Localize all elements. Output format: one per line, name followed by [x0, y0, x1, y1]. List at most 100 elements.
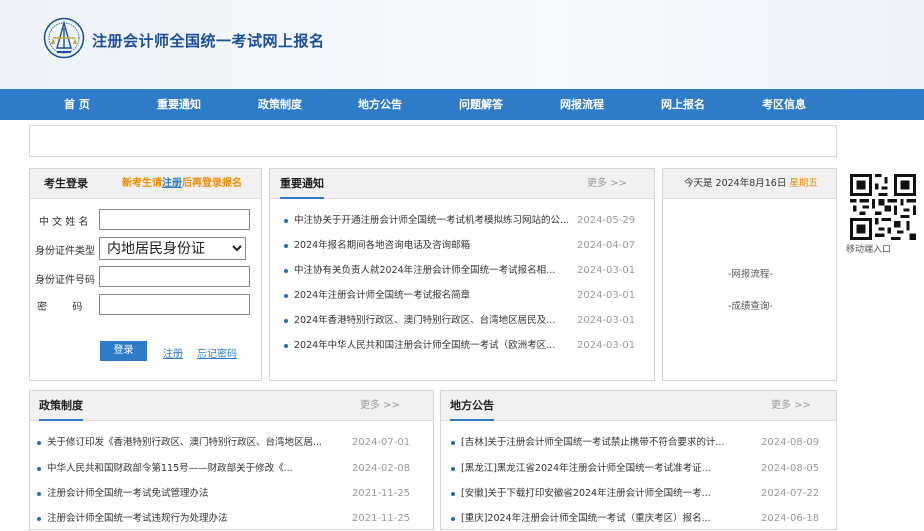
local-title: 地方公告	[450, 391, 494, 421]
banner-area	[29, 125, 837, 157]
register-hint-prefix: 新考生请	[122, 178, 162, 189]
list-item[interactable]: 关于修订印发《香港特别行政区、澳门特别行政区、台湾地区居... 2024-07-…	[37, 431, 427, 455]
site-title: 注册会计师全国统一考试网上报名	[92, 32, 325, 50]
id-number-label: 身份证件号码	[35, 275, 95, 286]
list-item[interactable]: 注册会计师全国统一考试违规行为处理办法 2021-11-25	[37, 507, 427, 531]
local-panel-header: 地方公告 更多 >>	[441, 391, 836, 421]
bullet-icon	[284, 344, 288, 348]
local-date: 2024-07-22	[761, 488, 820, 499]
local-title-text[interactable]: [黑龙江]黑龙江省2024年注册会计师全国统一考试准考证...	[461, 457, 746, 481]
forgot-password-link[interactable]: 忘记密码	[197, 345, 237, 360]
list-item[interactable]: [黑龙江]黑龙江省2024年注册会计师全国统一考试准考证... 2024-08-…	[451, 457, 831, 481]
notices-panel-header: 重要通知 更多 >>	[270, 169, 654, 199]
nav-item-notices[interactable]: 重要通知	[157, 89, 201, 120]
local-date: 2024-06-18	[761, 513, 820, 524]
login-button[interactable]: 登录	[100, 341, 147, 361]
local-more-link[interactable]: 更多 >>	[771, 391, 811, 421]
today-date-text: 今天是 2024年8月16日	[684, 178, 790, 189]
policy-date: 2021-11-25	[352, 513, 411, 524]
bullet-icon	[451, 467, 455, 471]
list-item[interactable]: 2024年报名期间各地咨询电话及咨询邮箱 2024-04-07	[284, 234, 644, 258]
nav-item-policy[interactable]: 政策制度	[258, 89, 302, 120]
password-input[interactable]	[99, 294, 250, 315]
notice-title[interactable]: 2024年香港特别行政区、澳门特别行政区、台湾地区居民及...	[294, 309, 578, 333]
policy-title-text[interactable]: 中华人民共和国财政部令第115号——财政部关于修改《...	[47, 457, 347, 481]
policy-date: 2024-07-01	[352, 437, 411, 448]
password-label: 密 码	[37, 302, 83, 313]
nav-item-exam-areas[interactable]: 考区信息	[762, 89, 806, 120]
local-title-text[interactable]: [吉林]关于注册会计师全国统一考试禁止携带不符合要求的计...	[461, 431, 746, 455]
local-date: 2024-08-09	[761, 437, 820, 448]
notice-title[interactable]: 中注协有关负责人就2024年注册会计师全国统一考试报名相...	[294, 259, 578, 283]
policy-date: 2021-11-25	[352, 488, 411, 499]
nav-item-process[interactable]: 网报流程	[560, 89, 604, 120]
login-title: 考生登录	[44, 177, 88, 190]
id-type-select[interactable]: 内地居民身份证	[99, 237, 246, 260]
list-item[interactable]: [安徽]关于下载打印安徽省2024年注册会计师全国统一考... 2024-07-…	[451, 482, 831, 506]
score-query-link[interactable]: -成绩查询-	[728, 298, 773, 312]
policy-panel-header: 政策制度 更多 >>	[30, 391, 433, 421]
process-link[interactable]: -网报流程-	[728, 266, 773, 280]
nav-item-faq[interactable]: 问题解答	[459, 89, 503, 120]
bullet-icon	[284, 294, 288, 298]
notice-date: 2024-03-01	[577, 290, 636, 301]
nav-item-register[interactable]: 网上报名	[661, 89, 705, 120]
login-panel-header: 考生登录 新考生请注册后再登录报名	[30, 169, 261, 199]
bullet-icon	[37, 492, 41, 496]
bullet-icon	[37, 441, 41, 445]
bullet-icon	[37, 467, 41, 471]
today-weekday: 星期五	[789, 178, 818, 189]
notices-title: 重要通知	[280, 169, 324, 199]
bullet-icon	[451, 492, 455, 496]
policy-title-text[interactable]: 注册会计师全国统一考试违规行为处理办法	[47, 507, 347, 531]
notice-title[interactable]: 2024年中华人民共和国注册会计师全国统一考试（欧洲考区...	[294, 334, 578, 358]
list-item[interactable]: 中注协关于开通注册会计师全国统一考试机考模拟练习网站的公... 2024-05-…	[284, 209, 644, 233]
main-nav: 首 页 重要通知 政策制度 地方公告 问题解答 网报流程 网上报名 考区信息	[0, 89, 924, 120]
site-header: 注册会计师全国统一考试网上报名	[0, 0, 924, 89]
notice-date: 2024-03-01	[577, 265, 636, 276]
register-hint-suffix: 后再登录报名	[182, 178, 242, 189]
list-item[interactable]: 中注协有关负责人就2024年注册会计师全国统一考试报名相... 2024-03-…	[284, 259, 644, 283]
notice-title[interactable]: 2024年注册会计师全国统一考试报名简章	[294, 284, 578, 308]
notice-date: 2024-03-01	[577, 340, 636, 351]
bullet-icon	[284, 244, 288, 248]
list-item[interactable]: [吉林]关于注册会计师全国统一考试禁止携带不符合要求的计... 2024-08-…	[451, 431, 831, 455]
policy-title-text[interactable]: 注册会计师全国统一考试免试管理办法	[47, 482, 347, 506]
local-title-text[interactable]: [重庆]2024年注册会计师全国统一考试（重庆考区）报名...	[461, 507, 746, 531]
policy-date: 2024-02-08	[352, 463, 411, 474]
id-number-input[interactable]	[99, 266, 250, 287]
policy-title-text[interactable]: 关于修订印发《香港特别行政区、澳门特别行政区、台湾地区居...	[47, 431, 347, 455]
list-item[interactable]: 中华人民共和国财政部令第115号——财政部关于修改《... 2024-02-08	[37, 457, 427, 481]
qr-label: 移动端入口	[846, 245, 892, 255]
today-panel-header: 今天是 2024年8月16日 星期五	[663, 169, 836, 199]
register-link[interactable]: 注册	[163, 345, 183, 360]
nav-item-local[interactable]: 地方公告	[358, 89, 402, 120]
notice-date: 2024-05-29	[577, 215, 636, 226]
bullet-icon	[284, 269, 288, 273]
bullet-icon	[451, 441, 455, 445]
notice-date: 2024-04-07	[577, 240, 636, 251]
list-item[interactable]: 2024年中华人民共和国注册会计师全国统一考试（欧洲考区... 2024-03-…	[284, 334, 644, 358]
id-type-label: 身份证件类型	[35, 246, 95, 257]
qr-code-icon[interactable]	[850, 174, 916, 240]
list-item[interactable]: [重庆]2024年注册会计师全国统一考试（重庆考区）报名... 2024-06-…	[451, 507, 831, 531]
notices-more-link[interactable]: 更多 >>	[587, 169, 627, 199]
local-date: 2024-08-05	[761, 463, 820, 474]
notice-title[interactable]: 2024年报名期间各地咨询电话及咨询邮箱	[294, 234, 578, 258]
name-label: 中 文 姓 名	[39, 217, 89, 228]
bullet-icon	[284, 219, 288, 223]
nav-item-home[interactable]: 首 页	[64, 89, 90, 120]
notice-date: 2024-03-01	[577, 315, 636, 326]
list-item[interactable]: 2024年香港特别行政区、澳门特别行政区、台湾地区居民及... 2024-03-…	[284, 309, 644, 333]
policy-more-link[interactable]: 更多 >>	[360, 391, 400, 421]
local-title-text[interactable]: [安徽]关于下载打印安徽省2024年注册会计师全国统一考...	[461, 482, 746, 506]
notice-title[interactable]: 中注协关于开通注册会计师全国统一考试机考模拟练习网站的公...	[294, 209, 578, 233]
today-date: 今天是 2024年8月16日 星期五	[684, 169, 818, 199]
policy-title: 政策制度	[39, 391, 83, 421]
list-item[interactable]: 2024年注册会计师全国统一考试报名简章 2024-03-01	[284, 284, 644, 308]
list-item[interactable]: 注册会计师全国统一考试免试管理办法 2021-11-25	[37, 482, 427, 506]
name-input[interactable]	[99, 209, 250, 230]
register-hint-link[interactable]: 注册	[162, 178, 182, 189]
bullet-icon	[284, 319, 288, 323]
register-hint: 新考生请注册后再登录报名	[122, 169, 242, 199]
